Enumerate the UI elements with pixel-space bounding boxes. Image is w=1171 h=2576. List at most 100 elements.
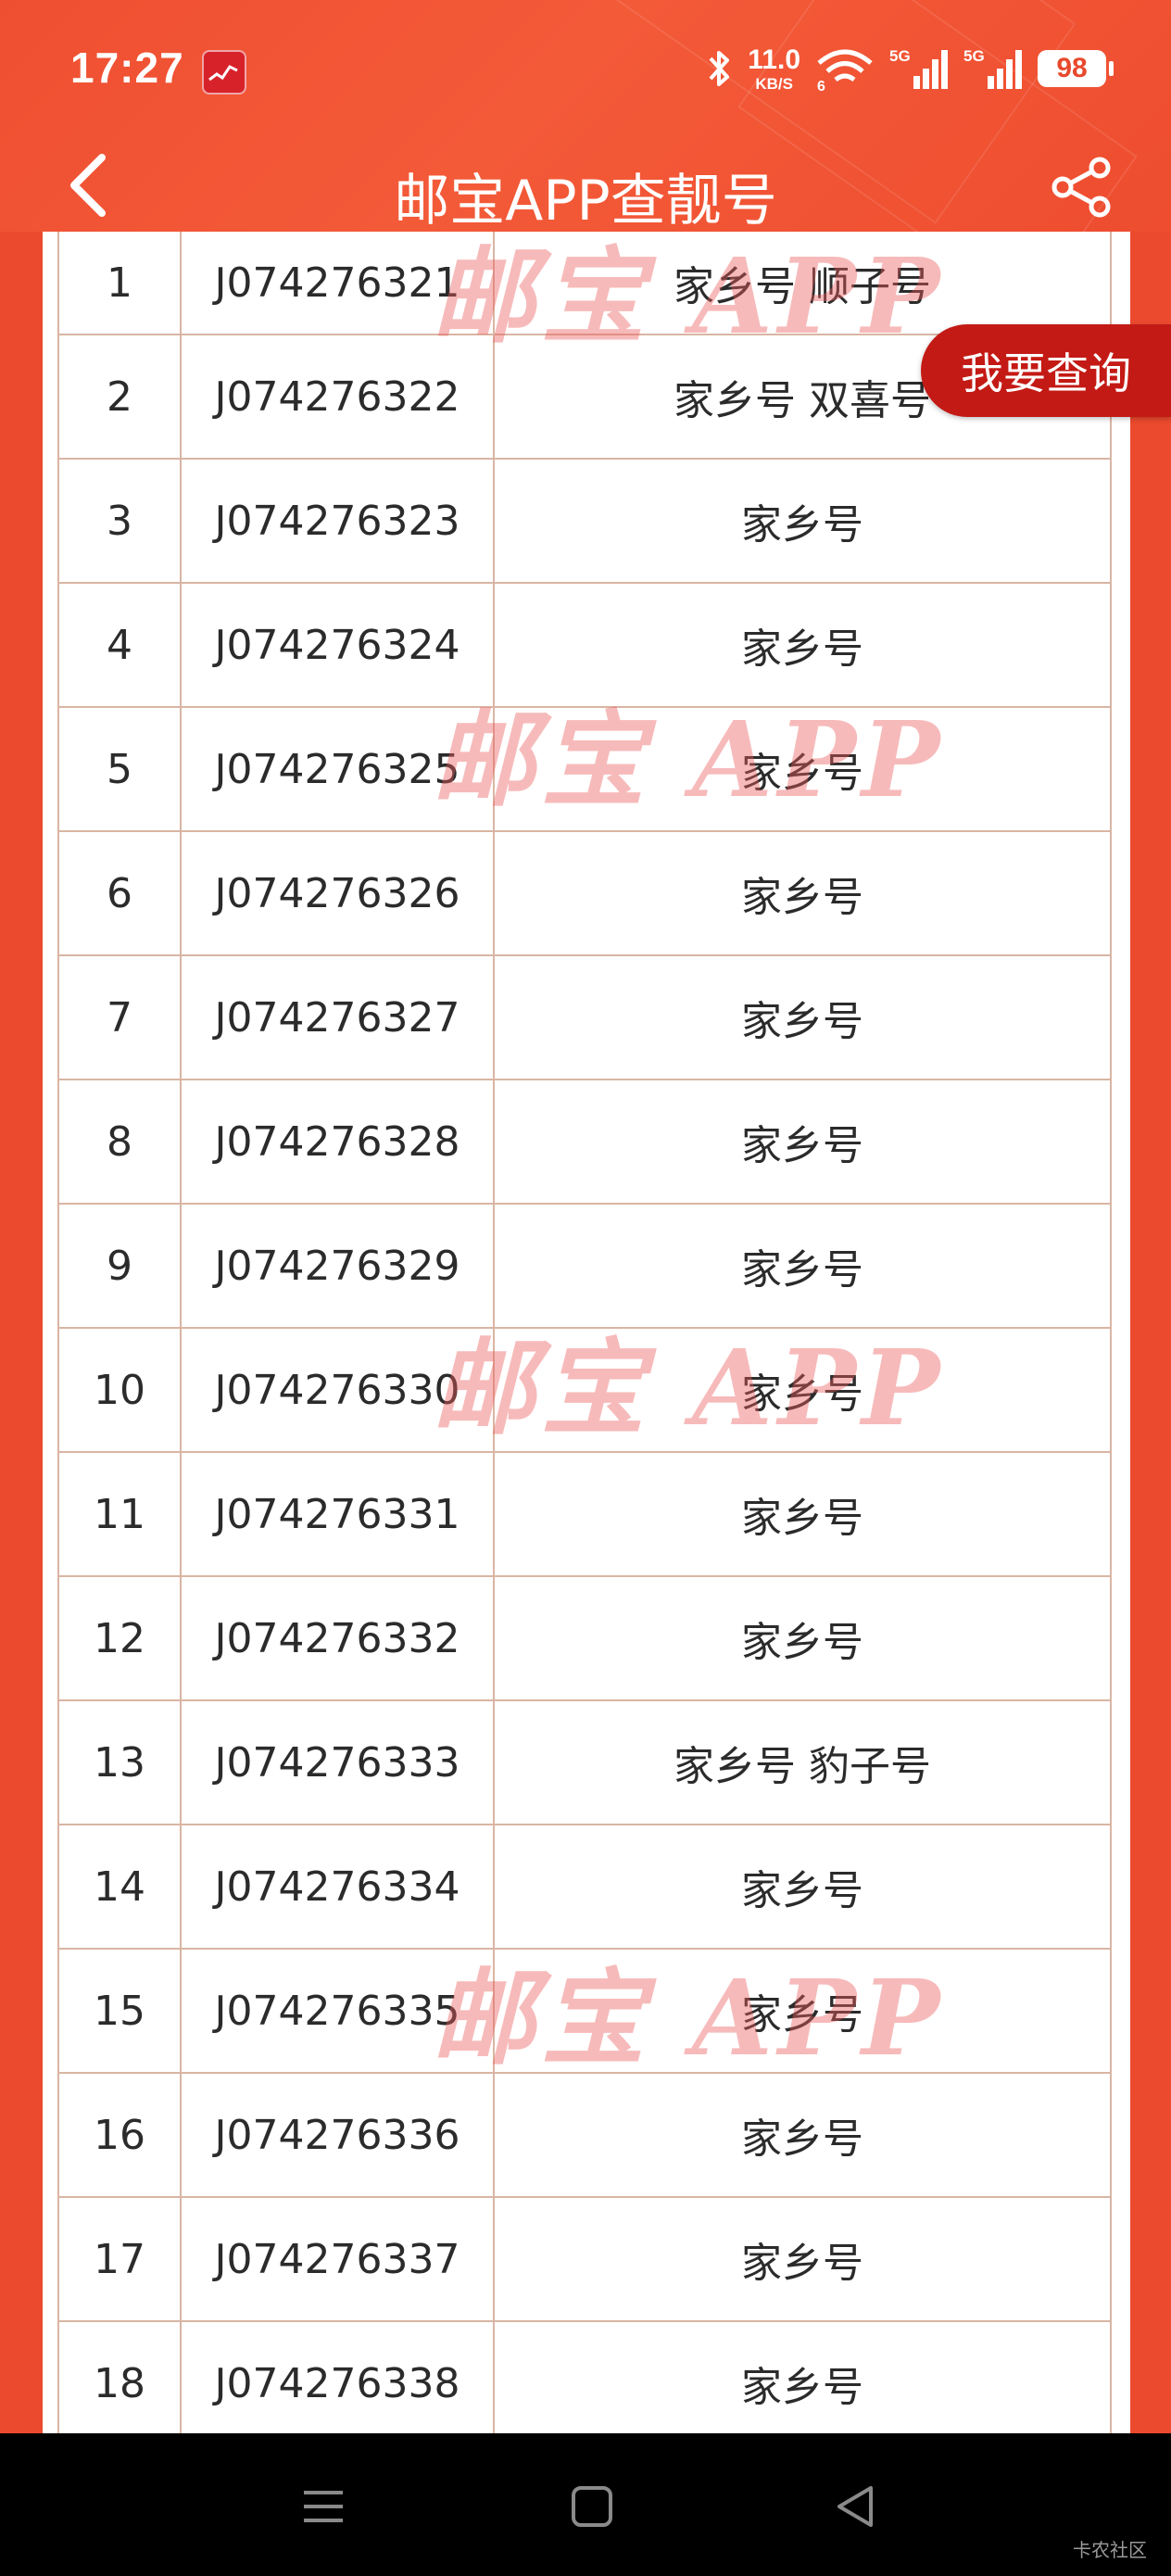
number-table: 1 J074276321 家乡号 顺子号 2 J074276322 家乡号 双喜号 3 J07…	[57, 232, 1112, 2433]
wifi-icon: 6	[817, 49, 873, 93]
number-list: 1 J074276321 家乡号 顺子号 2 J074276322 家乡号 双喜号 3 J07…	[43, 232, 1130, 2433]
number-tag: 家乡号 顺子号	[493, 232, 1112, 335]
number-tag: 家乡号	[493, 1948, 1112, 2074]
status-icons: 11.0 KB/S 6 5G 5G 98	[705, 41, 1114, 96]
table-row: 8 J074276328 家乡号	[57, 1079, 1112, 1205]
number-tag: 家乡号	[493, 2196, 1112, 2322]
battery-indicator: 98	[1038, 50, 1114, 87]
recent-apps-button[interactable]	[291, 2474, 356, 2539]
network-speed-value: 11.0	[748, 44, 800, 75]
table-row: 6 J074276326 家乡号	[57, 830, 1112, 956]
table-row: 5 J074276325 家乡号	[57, 706, 1112, 832]
status-time: 17:27	[70, 44, 184, 92]
row-index: 8	[57, 1079, 182, 1205]
row-index: 18	[57, 2320, 182, 2433]
number-code: J074276321	[180, 232, 495, 335]
row-index: 9	[57, 1203, 182, 1329]
table-row: 13 J074276333 家乡号 豹子号	[57, 1699, 1112, 1825]
bluetooth-icon	[709, 51, 730, 86]
table-row: 17 J074276337 家乡号	[57, 2196, 1112, 2322]
row-index: 3	[57, 458, 182, 584]
back-nav-button[interactable]	[823, 2474, 888, 2539]
row-index: 1	[57, 232, 182, 335]
header: 17:27 11.0 KB/S 6 5G 5G 98 邮宝APP查靓号	[0, 0, 1171, 232]
row-index: 6	[57, 830, 182, 956]
signal-network-label: 5G	[963, 47, 985, 65]
network-speed: 11.0 KB/S	[748, 44, 800, 93]
row-index: 7	[57, 954, 182, 1080]
share-icon	[1051, 157, 1111, 218]
row-index: 13	[57, 1699, 182, 1825]
status-bar: 17:27 11.0 KB/S 6 5G 5G 98	[0, 0, 1171, 139]
table-row: 1 J074276321 家乡号 顺子号	[57, 232, 1112, 335]
table-row: 11 J074276331 家乡号	[57, 1451, 1112, 1577]
table-row: 16 J074276336 家乡号	[57, 2072, 1112, 2198]
number-tag: 家乡号	[493, 2072, 1112, 2198]
app-bar: 邮宝APP查靓号	[0, 139, 1171, 232]
table-row: 18 J074276338 家乡号	[57, 2320, 1112, 2433]
number-code: J074276326	[180, 830, 495, 956]
menu-icon	[304, 2491, 343, 2522]
table-row: 4 J074276324 家乡号	[57, 582, 1112, 708]
number-code: J074276338	[180, 2320, 495, 2433]
number-code: J074276332	[180, 1575, 495, 1701]
row-index: 4	[57, 582, 182, 708]
number-code: J074276334	[180, 1824, 495, 1950]
number-tag: 家乡号	[493, 954, 1112, 1080]
number-code: J074276322	[180, 334, 495, 460]
number-code: J074276330	[180, 1327, 495, 1453]
number-code: J074276327	[180, 954, 495, 1080]
table-row: 9 J074276329 家乡号	[57, 1203, 1112, 1329]
number-code: J074276324	[180, 582, 495, 708]
number-tag: 家乡号	[493, 1079, 1112, 1205]
number-code: J074276335	[180, 1948, 495, 2074]
table-row: 10 J074276330 家乡号	[57, 1327, 1112, 1453]
table-row: 12 J074276332 家乡号	[57, 1575, 1112, 1701]
home-button[interactable]	[560, 2474, 624, 2539]
number-tag: 家乡号 豹子号	[493, 1699, 1112, 1825]
number-code: J074276337	[180, 2196, 495, 2322]
back-triangle-icon	[837, 2486, 873, 2527]
number-tag: 家乡号	[493, 458, 1112, 584]
corner-watermark: 卡农社区	[1073, 2539, 1147, 2561]
row-index: 15	[57, 1948, 182, 2074]
number-code: J074276328	[180, 1079, 495, 1205]
stock-app-notification-icon	[202, 50, 246, 95]
signal-icon: 5G	[889, 47, 948, 89]
wifi-sub-label: 6	[817, 79, 825, 93]
number-tag: 家乡号	[493, 1824, 1112, 1950]
row-index: 14	[57, 1824, 182, 1950]
number-code: J074276323	[180, 458, 495, 584]
row-index: 11	[57, 1451, 182, 1577]
share-button[interactable]	[1045, 150, 1119, 224]
page-title: 邮宝APP查靓号	[394, 169, 777, 232]
table-row: 15 J074276335 家乡号	[57, 1948, 1112, 2074]
row-index: 5	[57, 706, 182, 832]
row-index: 17	[57, 2196, 182, 2322]
number-tag: 家乡号	[493, 706, 1112, 832]
row-index: 12	[57, 1575, 182, 1701]
number-tag: 家乡号	[493, 830, 1112, 956]
table-row: 7 J074276327 家乡号	[57, 954, 1112, 1080]
number-code: J074276336	[180, 2072, 495, 2198]
number-tag: 家乡号	[493, 1451, 1112, 1577]
row-index: 2	[57, 334, 182, 460]
row-index: 10	[57, 1327, 182, 1453]
home-square-icon	[572, 2486, 612, 2527]
row-index: 16	[57, 2072, 182, 2198]
number-code: J074276325	[180, 706, 495, 832]
table-row: 14 J074276334 家乡号	[57, 1824, 1112, 1950]
query-button[interactable]: 我要查询	[921, 324, 1171, 417]
number-tag: 家乡号	[493, 2320, 1112, 2433]
signal-icon: 5G	[963, 47, 1022, 89]
number-tag: 家乡号	[493, 1203, 1112, 1329]
number-code: J074276329	[180, 1203, 495, 1329]
number-tag: 家乡号	[493, 1327, 1112, 1453]
navigation-bar: 卡农社区	[0, 2433, 1171, 2576]
signal-network-label: 5G	[889, 47, 911, 65]
number-code: J074276331	[180, 1451, 495, 1577]
table-row: 3 J074276323 家乡号	[57, 458, 1112, 584]
network-speed-unit: KB/S	[755, 74, 793, 93]
number-tag: 家乡号	[493, 1575, 1112, 1701]
number-tag: 家乡号	[493, 582, 1112, 708]
